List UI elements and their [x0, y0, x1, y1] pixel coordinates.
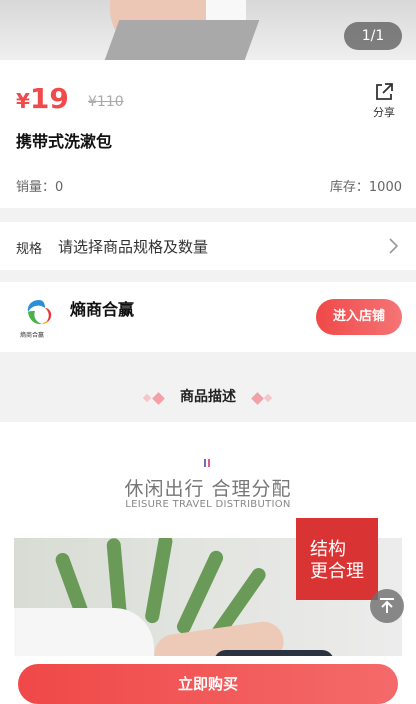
badge-line-1: 结构	[310, 539, 346, 560]
current-price: ¥19	[16, 82, 69, 115]
stock-count: 库存：1000	[329, 180, 402, 195]
ornament-icon	[204, 459, 210, 467]
badge-line-2: 更合理	[310, 561, 364, 582]
back-to-top-button[interactable]	[370, 589, 404, 623]
sales-count: 销量：0	[16, 180, 64, 195]
product-image-carousel[interactable]: 1/1	[0, 0, 416, 60]
store-card: 熵商合赢 熵商合赢 进入店铺	[0, 282, 416, 352]
description-title: 商品描述	[180, 389, 236, 405]
product-photo-box	[104, 20, 260, 60]
spec-label: 规格	[16, 242, 43, 257]
feature-badge: 结构 更合理	[296, 518, 378, 600]
share-label: 分享	[373, 106, 395, 119]
share-button[interactable]: 分享	[370, 82, 398, 120]
store-name: 熵商合赢	[70, 300, 135, 319]
banner-title: 休闲出行 合理分配	[124, 478, 292, 500]
product-photo-paper	[206, 0, 246, 20]
price-value: 19	[29, 82, 69, 115]
spec-selector[interactable]: 规格 请选择商品规格及数量	[0, 222, 416, 270]
plant-leaf	[144, 538, 174, 625]
product-info-card: ¥19 ¥110 分享 携带式洗漱包 销量：0 库存：1000	[0, 60, 416, 208]
back-to-top-icon	[380, 598, 394, 613]
description-header: 商品描述	[0, 352, 416, 422]
share-icon	[376, 83, 393, 100]
bottom-action-bar: 立即购买	[0, 656, 416, 704]
currency-symbol: ¥	[16, 89, 30, 113]
buy-now-button[interactable]: 立即购买	[18, 664, 398, 704]
image-counter: 1/1	[344, 22, 402, 50]
banner-subtitle: LEISURE TRAVEL DISTRIBUTION	[125, 499, 291, 510]
store-logo-mark	[27, 300, 52, 325]
product-title: 携带式洗漱包	[16, 132, 113, 151]
spec-value: 请选择商品规格及数量	[58, 238, 209, 256]
store-logo-text: 熵商合赢	[20, 332, 45, 339]
product-detail-page: 1/1 ¥19 ¥110 分享 携带式洗漱包 销量：0 库存：1000 规格 请…	[0, 0, 416, 704]
original-price: ¥110	[88, 94, 124, 110]
enter-store-button[interactable]: 进入店铺	[316, 299, 402, 335]
chevron-right-icon	[389, 238, 398, 254]
store-logo: 熵商合赢	[20, 296, 56, 339]
